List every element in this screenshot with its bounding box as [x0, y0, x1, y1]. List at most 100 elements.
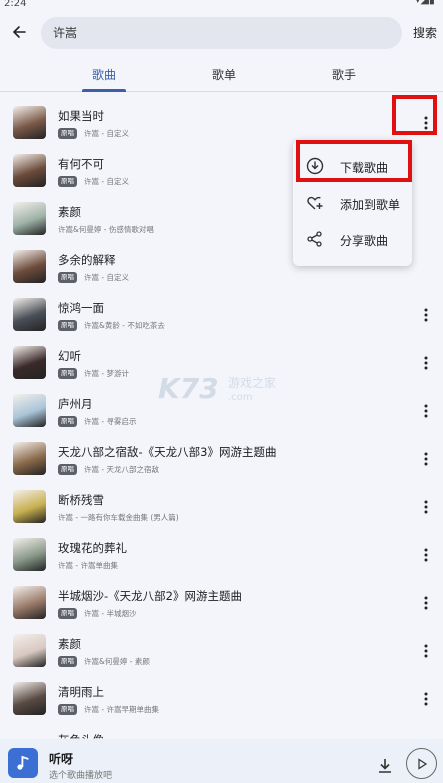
song-row[interactable]: 清明雨上 原唱 许嵩 - 许嵩早期单曲集	[0, 675, 443, 723]
song-cover	[13, 634, 46, 667]
more-vert-icon	[424, 596, 428, 610]
more-vert-icon	[424, 404, 428, 418]
arrow-left-icon	[12, 26, 26, 38]
status-time: 2:24	[4, 0, 27, 9]
song-title: 半城烟沙-《天龙八部2》网游主题曲	[58, 589, 242, 603]
more-vert-icon	[424, 644, 428, 658]
song-title: 多余的解释	[58, 253, 116, 267]
song-artist-album: 许嵩 - 寻雾启示	[84, 417, 137, 426]
more-options-button[interactable]	[419, 498, 433, 516]
song-cover	[13, 394, 46, 427]
original-badge: 原唱	[58, 128, 77, 139]
more-vert-icon	[424, 692, 428, 706]
song-title: 素颜	[58, 205, 81, 219]
watermark-url: .com	[228, 392, 253, 403]
song-artist-album: 许嵩 - 自定义	[84, 177, 129, 186]
top-bar: 许嵩 搜索	[0, 14, 443, 52]
song-subtitle: 原唱 许嵩 - 寻雾启示	[58, 416, 136, 427]
play-icon	[417, 757, 427, 770]
play-button[interactable]	[406, 748, 437, 779]
tab-artists[interactable]: 歌手	[304, 66, 384, 83]
more-options-button[interactable]	[419, 354, 433, 372]
song-artist-album: 许嵩 - 自定义	[84, 129, 129, 138]
menu-item-share[interactable]: 分享歌曲	[293, 221, 412, 255]
song-artist-album: 许嵩 - 半城烟沙	[84, 609, 137, 618]
search-button[interactable]: 搜索	[413, 24, 437, 41]
original-badge: 原唱	[58, 704, 77, 715]
menu-label-share: 分享歌曲	[340, 234, 389, 248]
song-row[interactable]: 素颜原唱 许嵩&何曼婷 - 素颜	[0, 627, 443, 675]
player-subtitle: 选个歌曲播放吧	[49, 771, 113, 781]
more-options-button[interactable]	[419, 306, 433, 324]
song-subtitle: 原唱 许嵩 - 自定义	[58, 176, 129, 187]
mini-player[interactable]: 听呀 选个歌曲播放吧	[0, 739, 443, 783]
song-artist-album: 许嵩 - 一路有你车载金曲集 (男人篇)	[58, 513, 179, 522]
original-badge: 原唱	[58, 368, 77, 379]
more-vert-icon	[424, 356, 428, 370]
song-artist-album: 许嵩&何曼婷 - 伤感情歌对唱	[58, 225, 154, 234]
song-cover	[13, 250, 46, 283]
watermark: K73 游戏之家 .com	[158, 370, 298, 412]
status-bar: 2:24 ▾◢▮	[0, 0, 443, 14]
share-icon	[307, 231, 322, 247]
song-row[interactable]: 玫瑰花的葬礼许嵩 - 许嵩单曲集	[0, 531, 443, 579]
more-options-button[interactable]	[419, 546, 433, 564]
back-button[interactable]	[8, 21, 30, 43]
song-cover	[13, 490, 46, 523]
song-title: 惊鸿一面	[58, 301, 104, 315]
song-subtitle: 原唱 许嵩 - 天龙八部之宿敌	[58, 464, 159, 475]
song-artist-album: 许嵩&黄龄 - 不如吃茶去	[84, 321, 165, 330]
song-title: 玫瑰花的葬礼	[58, 541, 127, 555]
song-cover	[13, 154, 46, 187]
original-badge: 原唱	[58, 176, 77, 187]
song-cover	[13, 442, 46, 475]
song-row[interactable]: 惊鸿一面原唱 许嵩&黄龄 - 不如吃茶去	[0, 291, 443, 339]
more-vert-icon	[424, 308, 428, 322]
song-subtitle: 许嵩&何曼婷 - 伤感情歌对唱	[58, 224, 154, 235]
song-subtitle: 原唱 许嵩 - 梦游计	[58, 368, 129, 379]
song-row[interactable]: 断桥残雪 许嵩 - 一路有你车载金曲集 (男人篇)	[0, 483, 443, 531]
more-vert-icon	[424, 548, 428, 562]
song-title: 素颜	[58, 637, 81, 651]
more-vert-icon	[424, 452, 428, 466]
song-cover	[13, 298, 46, 331]
song-cover	[13, 586, 46, 619]
heart-plus-icon	[307, 196, 323, 210]
watermark-text: 游戏之家	[228, 376, 277, 390]
song-title: 如果当时	[58, 109, 104, 123]
song-subtitle: 原唱 许嵩&何曼婷 - 素颜	[58, 656, 150, 667]
player-cover	[8, 748, 38, 778]
song-subtitle: 许嵩 - 许嵩单曲集	[58, 560, 118, 571]
song-row[interactable]: 天龙八部之宿敌-《天龙八部3》网游主题曲 原唱 许嵩 - 天龙八部之宿敌	[0, 435, 443, 483]
tab-bar: 歌曲 歌单 歌手	[0, 58, 443, 92]
player-download-button[interactable]	[376, 757, 394, 775]
tab-playlists[interactable]: 歌单	[184, 66, 264, 83]
music-note-icon	[17, 755, 29, 770]
more-options-button[interactable]	[419, 450, 433, 468]
song-cover	[13, 538, 46, 571]
more-options-button[interactable]	[419, 594, 433, 612]
more-options-button[interactable]	[419, 402, 433, 420]
tab-songs[interactable]: 歌曲	[64, 66, 144, 83]
song-artist-album: 许嵩 - 许嵩单曲集	[58, 561, 118, 570]
song-row[interactable]: 半城烟沙-《天龙八部2》网游主题曲 原唱 许嵩 - 半城烟沙	[0, 579, 443, 627]
song-title: 有何不可	[58, 157, 104, 171]
song-title: 幻听	[58, 349, 81, 363]
download-icon	[379, 759, 391, 773]
song-subtitle: 原唱 许嵩 - 半城烟沙	[58, 608, 136, 619]
original-badge: 原唱	[58, 656, 77, 667]
search-input[interactable]: 许嵩	[41, 17, 402, 49]
song-artist-album: 许嵩 - 天龙八部之宿敌	[84, 465, 159, 474]
song-cover	[13, 682, 46, 715]
song-subtitle: 许嵩 - 一路有你车载金曲集 (男人篇)	[58, 512, 179, 523]
original-badge: 原唱	[58, 416, 77, 427]
song-title: 清明雨上	[58, 685, 104, 699]
more-options-button[interactable]	[419, 642, 433, 660]
more-vert-icon	[424, 500, 428, 514]
song-cover	[13, 106, 46, 139]
menu-item-add-to-playlist[interactable]: 添加到歌单	[293, 185, 412, 219]
more-options-button[interactable]	[419, 690, 433, 708]
original-badge: 原唱	[58, 320, 77, 331]
song-artist-album: 许嵩&何曼婷 - 素颜	[84, 657, 150, 666]
search-query: 许嵩	[53, 26, 78, 40]
